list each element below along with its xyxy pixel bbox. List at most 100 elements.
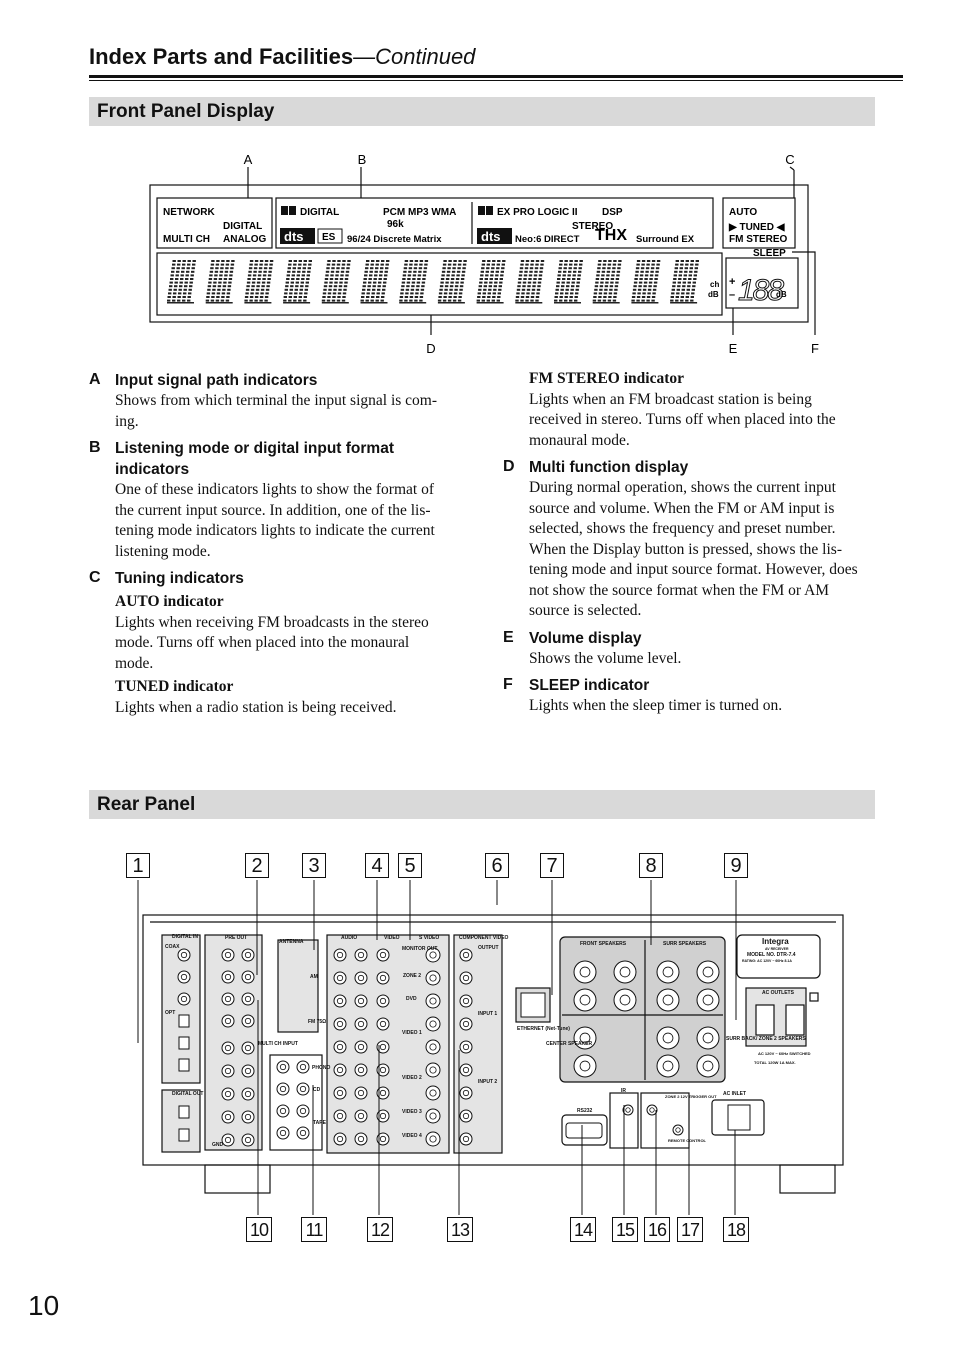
jack — [177, 992, 191, 1006]
indicator-dsp: DSP — [602, 207, 623, 218]
callout-5: 5 — [398, 853, 422, 878]
ethernet-port — [520, 992, 546, 1018]
label-surr-back: SURR BACK/ ZONE 2 SPEAKERS — [726, 1036, 806, 1042]
callout-10: 10 — [246, 1217, 272, 1242]
jack — [425, 1016, 441, 1032]
auto-text: Lights when receiving FM broadcasts in t… — [115, 613, 429, 672]
optical-jack — [178, 1014, 190, 1028]
label-am: AM — [310, 974, 318, 980]
indicator-surround-ex: Surround EX — [636, 234, 695, 245]
label-dvd: DVD — [406, 996, 417, 1002]
section-front-panel-display: Front Panel Display — [89, 97, 875, 126]
indicator-network: NETWORK — [163, 207, 215, 218]
jack — [241, 992, 255, 1006]
jack — [333, 994, 347, 1008]
label-total: TOTAL 120W 1A MAX. — [754, 1060, 796, 1065]
label-switched: AC 120V ~ 60Hz SWITCHED — [758, 1051, 811, 1056]
jack — [296, 1060, 310, 1074]
indicator-auto: AUTO — [729, 207, 757, 218]
label-fm: FM 75Ω — [308, 1019, 326, 1025]
jack — [425, 1131, 441, 1147]
indicator-pcm-mp3-wma: PCM MP3 WMA — [383, 207, 456, 218]
jack — [376, 948, 390, 962]
indicator-ex-pro-logic: EX PRO LOGIC II — [497, 207, 578, 218]
indicator-digital: DIGITAL — [223, 221, 262, 232]
character-cell — [592, 260, 622, 304]
callout-15: 15 — [612, 1217, 638, 1242]
jack — [459, 1040, 473, 1054]
jack — [696, 960, 720, 984]
rs232-port — [565, 1122, 603, 1139]
callout-e: E — [729, 341, 738, 356]
label-surr-speakers: SURR SPEAKERS — [663, 941, 707, 947]
indicator-dolby-digital: DIGITAL — [300, 207, 339, 218]
callout-4: 4 — [365, 853, 389, 878]
jack — [354, 994, 368, 1008]
letter-c: C — [89, 569, 101, 586]
character-cell — [631, 260, 661, 304]
jack — [241, 1110, 255, 1124]
label-ethernet: ETHERNET (Net-Tune) — [517, 1026, 570, 1032]
text-d: During normal operation, shows the curre… — [529, 479, 858, 619]
jack — [333, 1063, 347, 1077]
callout-d: D — [426, 341, 435, 356]
jack — [425, 970, 441, 986]
description-d: D Multi function display During normal o… — [503, 457, 865, 622]
indicator-neo6-direct: Neo:6 DIRECT — [515, 234, 580, 245]
jack — [573, 960, 597, 984]
jack — [241, 1064, 255, 1078]
dts-logo: dts — [284, 229, 304, 244]
jack — [221, 1133, 235, 1147]
jack — [425, 1085, 441, 1101]
jack — [376, 971, 390, 985]
text-f: Lights when the sleep timer is turned on… — [529, 697, 783, 714]
callout-7: 7 — [540, 853, 564, 878]
character-cell — [321, 260, 351, 304]
indicator-96-24-discrete-matrix: 96/24 Discrete Matrix — [347, 234, 442, 245]
fm-text: Lights when an FM broadcast station is b… — [529, 390, 836, 449]
jack — [333, 971, 347, 985]
label-video: VIDEO — [384, 935, 400, 941]
label-output: OUTPUT — [478, 945, 499, 951]
indicator-96k: 96k — [387, 219, 404, 230]
jack — [425, 1062, 441, 1078]
jack — [241, 1014, 255, 1028]
jack — [333, 1017, 347, 1031]
jack — [656, 960, 680, 984]
multi-function-character-cells — [167, 260, 699, 304]
jack — [221, 992, 235, 1006]
indicator-tuned: ▶ TUNED ◀ — [728, 222, 785, 233]
character-cell — [437, 260, 467, 304]
label-rs232: RS232 — [577, 1108, 593, 1114]
character-cell — [167, 260, 196, 304]
callout-16: 16 — [644, 1217, 670, 1242]
label-digital-out: DIGITAL OUT — [172, 1091, 203, 1097]
title-b: Listening mode or digital input format i… — [115, 440, 394, 478]
integra-logo: Integra — [762, 937, 789, 946]
callout-6: 6 — [485, 853, 509, 878]
jack — [333, 948, 347, 962]
label-s-video: S VIDEO — [419, 935, 439, 941]
jack — [354, 1017, 368, 1031]
jack — [221, 1064, 235, 1078]
jack — [276, 1104, 290, 1118]
label-front-speakers: FRONT SPEAKERS — [580, 941, 627, 947]
optical-jack — [178, 1036, 190, 1050]
description-f: F SLEEP indicator Lights when the sleep … — [503, 675, 865, 717]
jack — [459, 971, 473, 985]
jack — [241, 1087, 255, 1101]
description-c: C Tuning indicators AUTO indicator Light… — [89, 568, 439, 718]
description-a: A Input signal path indicators Shows fro… — [89, 370, 439, 432]
label-ac-outlets: AC OUTLETS — [762, 990, 795, 996]
jack — [696, 1026, 720, 1050]
indicator-analog: ANALOG — [223, 234, 267, 245]
label-rating: RATING: AC 120V ~ 60Hz 8.1A — [742, 959, 792, 963]
volume-plus: + — [729, 276, 735, 288]
indicator-multi-ch: MULTI CH — [163, 234, 210, 245]
jack — [276, 1060, 290, 1074]
label-12v-trigger: ZONE 2 12V TRIGGER OUT — [665, 1094, 717, 1099]
jack — [221, 1087, 235, 1101]
header-continued: —Continued — [353, 44, 476, 69]
character-cell — [399, 260, 429, 304]
jack — [333, 1040, 347, 1054]
